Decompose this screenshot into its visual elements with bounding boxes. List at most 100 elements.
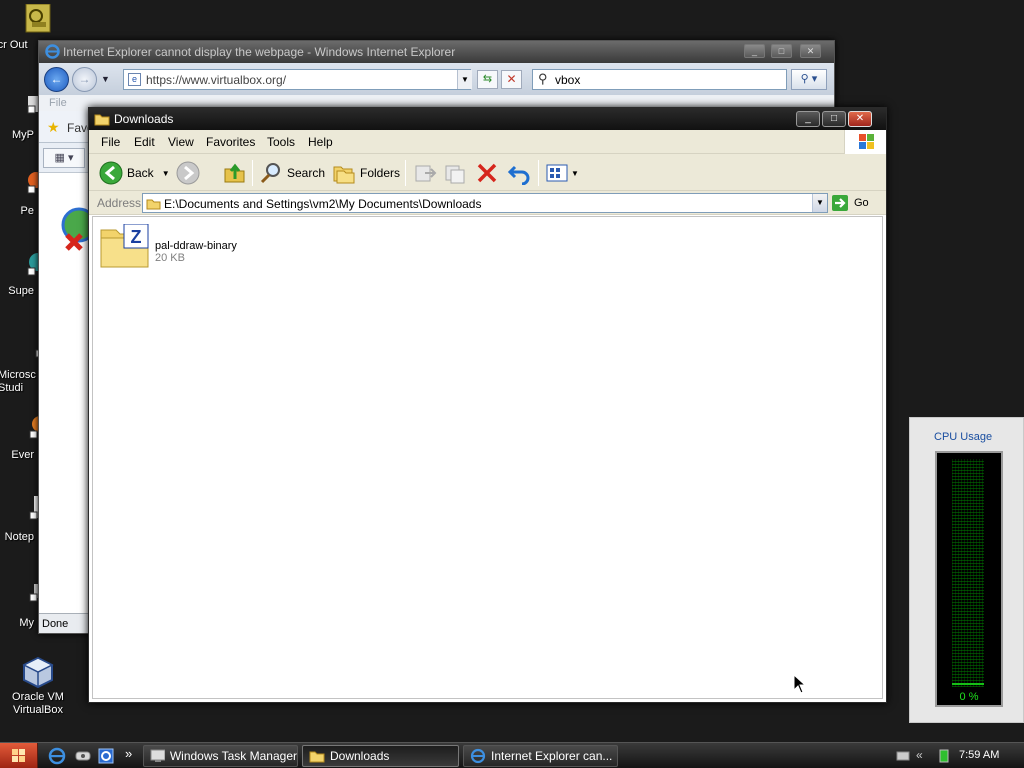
forward-button[interactable] [176, 160, 200, 186]
undo-icon [507, 165, 530, 185]
search-button[interactable]: Search [259, 160, 325, 186]
folder-icon [94, 112, 110, 129]
address-dropdown[interactable]: ▼ [812, 194, 827, 212]
quicklaunch-ie-icon[interactable] [48, 747, 66, 768]
close-button[interactable]: ✕ [848, 111, 872, 127]
back-arrow-icon [99, 161, 123, 185]
desktop-icon-label: Microsc Studi [0, 369, 36, 394]
tray-expand-button[interactable]: « [916, 748, 923, 762]
undo-button[interactable] [507, 160, 531, 186]
menu-view[interactable]: View [168, 135, 194, 149]
taskbar-task-ie[interactable]: Internet Explorer can... [463, 745, 618, 767]
delete-icon [477, 163, 497, 183]
desktop-icon-label: Oracle VM VirtualBox [12, 691, 64, 716]
cpu-graph-grid [952, 459, 984, 687]
mouse-cursor-icon [793, 673, 807, 697]
back-dropdown-icon[interactable]: ▼ [162, 169, 170, 178]
explorer-titlebar[interactable]: Downloads _ □ ✕ [89, 108, 886, 130]
back-button[interactable]: Back ▼ [99, 160, 170, 186]
quicklaunch-tool-icon[interactable] [74, 748, 92, 767]
back-label: Back [127, 166, 154, 180]
taskbar-task-task-manager[interactable]: Windows Task Manager [143, 745, 298, 767]
ie-logo-icon [45, 44, 60, 62]
desktop-icon-label: Notep [4, 531, 34, 543]
move-to-icon [415, 165, 437, 182]
desktop-icon-label: Micr Out [0, 39, 28, 51]
minimize-button[interactable]: _ [744, 44, 765, 58]
delete-button[interactable] [475, 160, 499, 186]
taskbar-task-downloads[interactable]: Downloads [302, 745, 459, 767]
compatibility-icon[interactable]: ⇆ [477, 70, 498, 89]
move-to-button[interactable] [413, 160, 437, 186]
windows-logo-icon [844, 130, 886, 154]
minimize-button[interactable]: _ [796, 111, 820, 127]
taskbar-task-label: Internet Explorer can... [491, 749, 613, 763]
cpu-usage-gadget[interactable]: CPU Usage 0 % [909, 417, 1024, 723]
cpu-graph-screen: 0 % [935, 451, 1003, 707]
views-icon [546, 164, 568, 182]
cpu-usage-bar [952, 683, 984, 685]
taskbar-task-label: Windows Task Manager [169, 749, 297, 763]
address-field[interactable]: e https://www.virtualbox.org/ [123, 69, 471, 90]
battery-icon[interactable] [938, 748, 950, 767]
search-button[interactable]: ⚲ ▾ [791, 69, 827, 90]
desktop-icon-label: My [19, 617, 34, 629]
zipped-folder-icon: Z [100, 224, 149, 268]
ie-url: https://www.virtualbox.org/ [146, 73, 287, 87]
windows-logo-icon [12, 749, 25, 762]
address-field[interactable]: E:\Documents and Settings\vm2\My Documen… [142, 193, 828, 213]
forward-button[interactable]: → [72, 67, 97, 92]
start-button[interactable] [0, 743, 38, 768]
views-button[interactable]: ▼ [545, 160, 579, 186]
forward-arrow-icon [176, 161, 200, 185]
stop-icon[interactable]: ✕ [501, 70, 522, 89]
views-dropdown-icon: ▼ [571, 168, 579, 178]
file-item[interactable]: Z pal-ddraw-binary 20 KB [100, 224, 237, 268]
keyboard-icon[interactable] [896, 750, 910, 765]
address-folder-icon [146, 197, 161, 212]
back-button[interactable]: ← [44, 67, 69, 92]
task-manager-icon [150, 749, 165, 762]
copy-to-icon [445, 165, 465, 184]
cpu-percent: 0 % [959, 691, 979, 703]
close-button[interactable]: ✕ [800, 44, 821, 58]
address-dropdown[interactable]: ▼ [457, 70, 472, 89]
ie-navigation-bar: ← → ▼ e https://www.virtualbox.org/ ▼ ⇆ … [39, 63, 834, 95]
folders-button[interactable]: Folders [332, 160, 400, 186]
explorer-window[interactable]: Downloads _ □ ✕ File Edit View Favorites… [88, 107, 887, 703]
search-field[interactable]: ⚲ vbox [532, 69, 787, 90]
menu-file[interactable]: File [101, 135, 120, 149]
desktop-icon-virtualbox[interactable]: Oracle VM VirtualBox [6, 656, 70, 717]
svg-text:Z: Z [131, 227, 142, 247]
file-list-pane[interactable]: Z pal-ddraw-binary 20 KB [92, 216, 883, 699]
maximize-button[interactable]: □ [822, 111, 846, 127]
menu-help[interactable]: Help [308, 135, 333, 149]
system-tray: « 7:59 AM [894, 743, 1024, 768]
ie-status-text: Done [42, 618, 69, 630]
desktop-icon-label: Ever [11, 449, 34, 461]
search-icon: ⚲ [538, 71, 548, 86]
ie-title: Internet Explorer cannot display the web… [63, 45, 456, 59]
go-arrow-icon [832, 195, 848, 211]
desktop-icon-label: MyP [12, 129, 34, 141]
clock[interactable]: 7:59 AM [959, 749, 999, 761]
go-button[interactable]: Go [831, 194, 869, 212]
quicklaunch-overflow-button[interactable]: » [125, 746, 132, 761]
copy-to-button[interactable] [443, 160, 467, 186]
maximize-button[interactable]: □ [771, 44, 792, 58]
explorer-title: Downloads [114, 112, 174, 126]
explorer-toolbar: Back ▼ Search Folders ▼ [89, 154, 886, 191]
menu-file[interactable]: File [49, 97, 67, 109]
menu-edit[interactable]: Edit [134, 135, 155, 149]
recent-pages-dropdown[interactable]: ▼ [101, 74, 110, 84]
menu-tools[interactable]: Tools [267, 135, 295, 149]
quicklaunch-ie-alt-icon[interactable] [97, 747, 115, 768]
ie-titlebar[interactable]: Internet Explorer cannot display the web… [39, 41, 834, 63]
quick-tabs-button[interactable]: ▦ ▾ [43, 148, 85, 168]
virtualbox-icon [22, 656, 54, 689]
address-label: Address [97, 196, 142, 210]
folder-icon [309, 751, 325, 763]
up-folder-button[interactable] [223, 160, 247, 186]
page-icon: e [128, 73, 141, 86]
menu-favorites[interactable]: Favorites [206, 135, 255, 149]
